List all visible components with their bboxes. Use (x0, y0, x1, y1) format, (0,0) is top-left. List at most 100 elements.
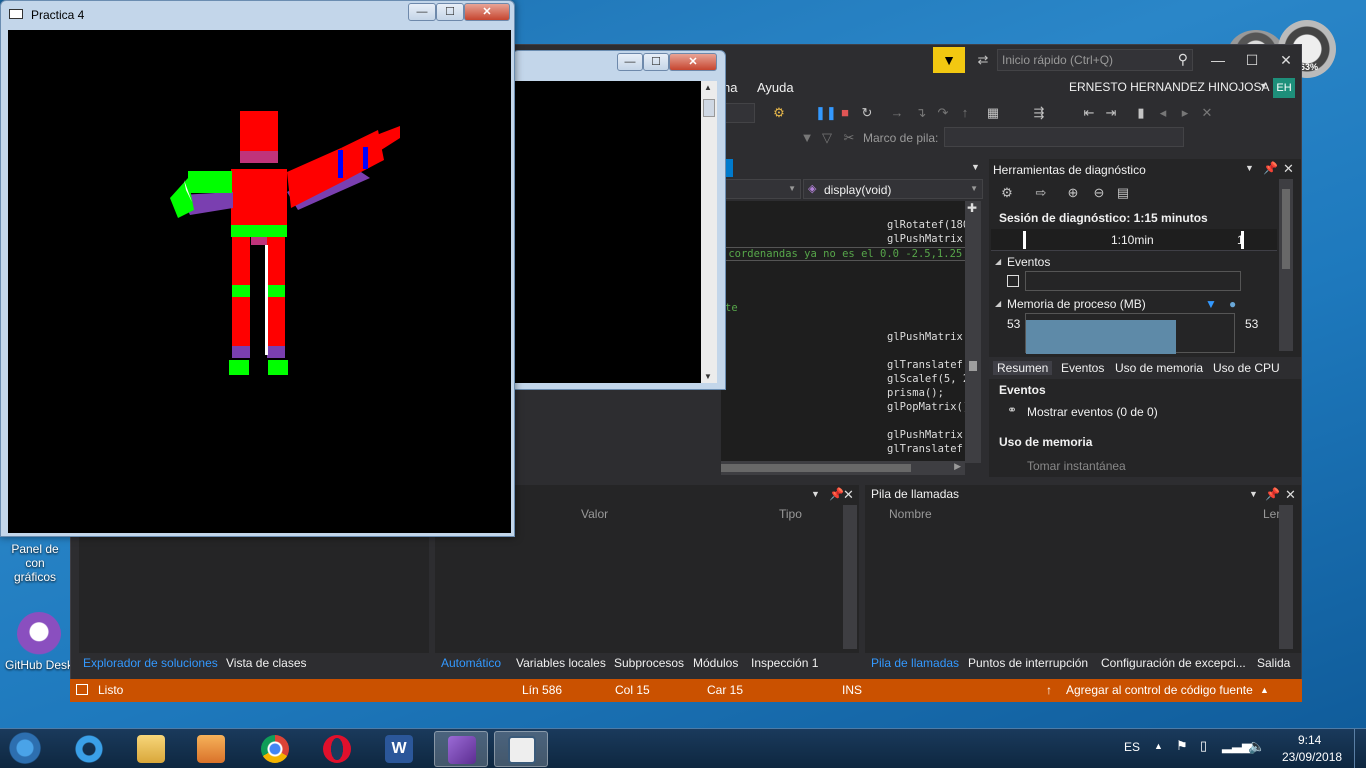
user-avatar[interactable]: EH (1273, 78, 1295, 98)
zoom-out-icon[interactable]: ⊖ (1091, 185, 1107, 201)
scroll-thumb[interactable] (969, 361, 977, 371)
tab-auto[interactable]: Automático (441, 656, 501, 670)
code-editor[interactable]: glRotatef(180 glPushMatrix( cordenandas … (721, 201, 965, 463)
toolbar-dropdown[interactable] (721, 103, 755, 123)
action-center-icon[interactable]: ⚑ (1176, 738, 1188, 754)
thread-icon[interactable]: ⇶ (1031, 105, 1047, 121)
outdent-icon[interactable]: ⇤ (1081, 105, 1097, 121)
close-icon[interactable]: ✕ (1285, 487, 1296, 503)
prev-bookmark-icon[interactable]: ◂ (1155, 105, 1171, 121)
panel-menu-icon[interactable]: ▼ (1245, 163, 1254, 173)
function-dropdown[interactable]: ◈ display(void) ▼ (803, 179, 983, 199)
tab-class-view[interactable]: Vista de clases (226, 656, 307, 670)
quick-launch-box[interactable]: Inicio rápido (Ctrl+Q) ⚲ (997, 49, 1193, 71)
h-scroll-thumb[interactable] (721, 464, 911, 472)
editor-horizontal-scrollbar[interactable]: ▶ (721, 461, 965, 475)
tab-memory-usage[interactable]: Uso de memoria (1115, 361, 1203, 375)
practica-maximize-button[interactable]: ☐ (436, 3, 464, 21)
source-control-up-icon[interactable]: ↑ (1046, 683, 1052, 697)
vs-minimize-button[interactable]: — (1201, 46, 1235, 74)
pin-icon[interactable]: 📌 (829, 487, 844, 501)
pin-icon[interactable]: 📌 (1263, 161, 1278, 175)
desktop-icon-github-desktop[interactable]: GitHub Desk (4, 612, 74, 672)
taskbar-file-explorer[interactable] (124, 731, 178, 767)
scope-dropdown[interactable]: ▼ (721, 179, 801, 199)
snapshot-dot-icon[interactable]: ● (1229, 297, 1236, 311)
source-control-button[interactable]: Agregar al control de código fuente (1066, 683, 1253, 697)
pause-icon[interactable]: ❚❚ (815, 105, 837, 121)
restart-icon[interactable]: ↻ (859, 105, 875, 121)
callstack-scrollbar[interactable] (1279, 505, 1293, 649)
locals-scrollbar[interactable] (843, 505, 857, 649)
panel-menu-icon[interactable]: ▼ (1249, 489, 1258, 499)
desktop-icon-graphics-panel[interactable]: Panel de con gráficos (0, 542, 70, 584)
step-over-icon[interactable]: ↷ (935, 105, 951, 121)
feedback-icon[interactable]: ⇄ (975, 52, 991, 68)
practica-close-button[interactable]: ✕ (464, 3, 510, 21)
clock-date[interactable]: 23/09/2018 (1282, 750, 1342, 764)
show-desktop-button[interactable] (1354, 729, 1366, 768)
flag-threads-icon[interactable]: ✂ (841, 130, 857, 146)
filter-off-icon[interactable]: ▽ (819, 130, 835, 146)
settings-icon[interactable]: ⚙ (999, 185, 1015, 201)
tab-breakpoints[interactable]: Puntos de interrupción (968, 656, 1088, 670)
start-button[interactable] (4, 729, 46, 768)
vs-maximize-button[interactable]: ☐ (1235, 46, 1269, 74)
clock-time[interactable]: 9:14 (1298, 733, 1321, 747)
user-name[interactable]: ERNESTO HERNANDEZ HINOJOSA (1069, 80, 1269, 94)
split-icon[interactable]: ✚ (967, 201, 977, 215)
expand-triangle-icon[interactable]: ◢ (995, 257, 1001, 266)
opengl-canvas[interactable] (8, 30, 511, 533)
pin-icon[interactable]: 📌 (1265, 487, 1280, 501)
scroll-thumb[interactable] (1282, 189, 1290, 269)
console-scrollbar[interactable]: ▲ ▼ (701, 81, 717, 383)
tab-cpu-usage[interactable]: Uso de CPU (1213, 361, 1280, 375)
clear-bookmarks-icon[interactable]: ✕ (1199, 105, 1215, 121)
locals-col-type[interactable]: Tipo (779, 507, 802, 521)
bookmark-icon[interactable]: ▮ (1133, 105, 1149, 121)
console-window[interactable]: — ☐ ✕ ▲ ▼ (512, 50, 726, 390)
console-maximize-button[interactable]: ☐ (643, 53, 669, 71)
console-close-button[interactable]: ✕ (669, 53, 717, 71)
show-next-statement-icon[interactable]: → (889, 105, 905, 121)
language-indicator[interactable]: ES (1124, 740, 1140, 754)
scroll-thumb[interactable] (703, 99, 715, 117)
reset-zoom-icon[interactable]: ▤ (1115, 185, 1131, 201)
opengl-window[interactable]: Practica 4 — ☐ ✕ (0, 0, 515, 537)
taskbar-media-player[interactable] (184, 731, 238, 767)
panel-menu-icon[interactable]: ▼ (811, 489, 820, 499)
source-control-triangle-icon[interactable]: ▲ (1260, 685, 1269, 695)
stack-frame-dropdown[interactable] (944, 127, 1184, 147)
taskbar-internet-explorer[interactable] (62, 731, 116, 767)
tab-modules[interactable]: Módulos (693, 656, 738, 670)
tab-output[interactable]: Salida (1257, 656, 1290, 670)
tab-overflow-icon[interactable]: ▼ (971, 162, 980, 172)
taskbar-chrome[interactable] (248, 731, 302, 767)
step-into-icon[interactable]: ↴ (913, 105, 929, 121)
zoom-in-icon[interactable]: ⊕ (1065, 185, 1081, 201)
take-snapshot-link[interactable]: Tomar instantánea (1027, 459, 1126, 473)
tab-events[interactable]: Eventos (1061, 361, 1104, 375)
vs-close-button[interactable]: ✕ (1269, 46, 1303, 74)
scroll-down-icon[interactable]: ▼ (704, 372, 712, 381)
console-minimize-button[interactable]: — (617, 53, 643, 71)
timeline-start-marker[interactable] (1023, 231, 1026, 249)
taskbar-opengl-app[interactable] (494, 731, 548, 767)
taskbar-visual-studio[interactable] (434, 731, 488, 767)
scroll-right-icon[interactable]: ▶ (954, 461, 961, 472)
indent-icon[interactable]: ⇥ (1103, 105, 1119, 121)
user-dropdown-icon[interactable]: ▼ (1259, 81, 1268, 91)
scroll-up-icon[interactable]: ▲ (704, 83, 712, 92)
next-bookmark-icon[interactable]: ▸ (1177, 105, 1193, 121)
notification-flag-icon[interactable]: ▼ (933, 47, 965, 73)
export-icon[interactable]: ⇨ (1033, 185, 1049, 201)
tab-locals[interactable]: Variables locales (516, 656, 606, 670)
taskbar-word[interactable]: W (372, 731, 426, 767)
timeline-end-marker[interactable] (1241, 231, 1244, 249)
expand-triangle-icon[interactable]: ◢ (995, 299, 1001, 308)
timeline-ruler[interactable]: 1:10min 1 (991, 229, 1277, 251)
close-icon[interactable]: ✕ (843, 487, 854, 503)
volume-icon[interactable]: 🔈 (1248, 738, 1265, 755)
tab-call-stack[interactable]: Pila de llamadas (871, 656, 959, 670)
tab-summary[interactable]: Resumen (993, 361, 1053, 375)
